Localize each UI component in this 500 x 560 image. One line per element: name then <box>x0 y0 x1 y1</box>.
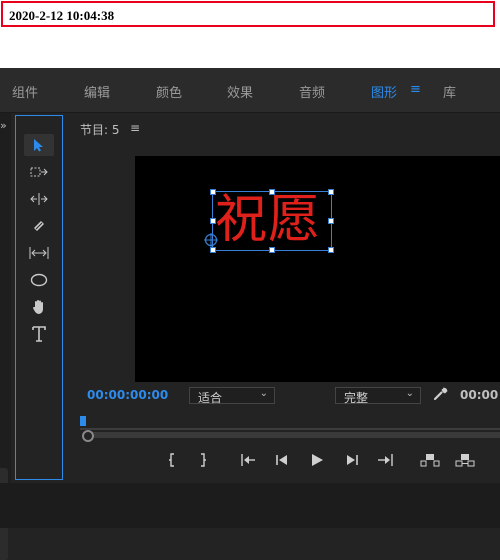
playhead-marker[interactable] <box>80 416 86 426</box>
tab-effects[interactable]: 效果 <box>227 82 253 101</box>
hand-tool-icon[interactable] <box>24 296 54 318</box>
playback-resolution-select[interactable]: 完整 ⌄ <box>335 387 421 405</box>
scroll-handle[interactable] <box>82 430 94 442</box>
program-monitor-title[interactable]: 节目: 5 <box>80 121 120 138</box>
workspace-bar: 组件 编辑 颜色 效果 音频 图形 ≡ 库 <box>0 68 500 113</box>
timestamp-box: 2020-2-12 10:04:38 <box>1 1 495 27</box>
go-to-out-icon[interactable] <box>376 451 396 469</box>
fit-select[interactable]: 适合 ⌄ <box>189 387 275 405</box>
chevron-down-icon: ⌄ <box>259 388 268 399</box>
step-forward-icon[interactable] <box>344 451 360 469</box>
track-select-tool-icon[interactable] <box>24 161 54 183</box>
capture-overlay: 2020-2-12 10:04:38 <box>0 0 500 68</box>
tools-panel <box>15 115 63 480</box>
lift-icon[interactable] <box>419 451 441 469</box>
tab-libraries[interactable]: 库 <box>443 82 456 101</box>
settings-wrench-icon[interactable] <box>433 387 448 405</box>
mark-out-icon[interactable] <box>196 451 210 469</box>
duration-timecode: 00:00 <box>460 388 499 402</box>
bbox-handle[interactable] <box>328 218 334 224</box>
anchor-point-icon[interactable] <box>204 233 218 247</box>
workspace-menu-icon[interactable]: ≡ <box>410 82 421 97</box>
bottom-panel <box>0 483 500 528</box>
bbox-handle[interactable] <box>328 247 334 253</box>
playhead-timecode[interactable]: 00:00:00:00 <box>87 388 168 402</box>
mark-in-icon[interactable] <box>165 451 179 469</box>
type-tool-icon[interactable] <box>24 323 54 345</box>
bbox-handle[interactable] <box>328 189 334 195</box>
left-panel-strip: » <box>0 113 11 560</box>
tab-color[interactable]: 颜色 <box>156 82 182 101</box>
program-menu-icon[interactable]: ≡ <box>130 121 140 135</box>
chevron-down-icon: ⌄ <box>405 388 414 399</box>
tab-assembly[interactable]: 组件 <box>12 82 38 101</box>
timestamp: 2020-2-12 10:04:38 <box>9 8 115 23</box>
expand-panels-icon[interactable]: » <box>0 119 7 132</box>
zoom-scroll-bar[interactable] <box>86 432 500 438</box>
slip-tool-icon[interactable] <box>24 242 54 264</box>
time-ruler[interactable] <box>80 418 500 430</box>
extract-icon[interactable] <box>454 451 476 469</box>
resolution-select-value: 完整 <box>344 391 369 405</box>
selection-tool-icon[interactable] <box>24 134 54 156</box>
tab-audio[interactable]: 音频 <box>299 82 325 101</box>
ripple-edit-tool-icon[interactable] <box>24 188 54 210</box>
tab-graphics[interactable]: 图形 <box>371 82 397 101</box>
go-to-in-icon[interactable] <box>239 451 257 469</box>
ellipse-tool-icon[interactable] <box>24 269 54 291</box>
razor-tool-icon[interactable] <box>24 215 54 237</box>
tab-editing[interactable]: 编辑 <box>84 82 110 101</box>
program-video-frame[interactable]: 祝愿 <box>135 156 500 382</box>
play-icon[interactable] <box>309 451 325 469</box>
fit-select-value: 适合 <box>198 391 223 405</box>
graphic-title-text[interactable]: 祝愿 <box>215 190 321 250</box>
step-back-icon[interactable] <box>274 451 290 469</box>
